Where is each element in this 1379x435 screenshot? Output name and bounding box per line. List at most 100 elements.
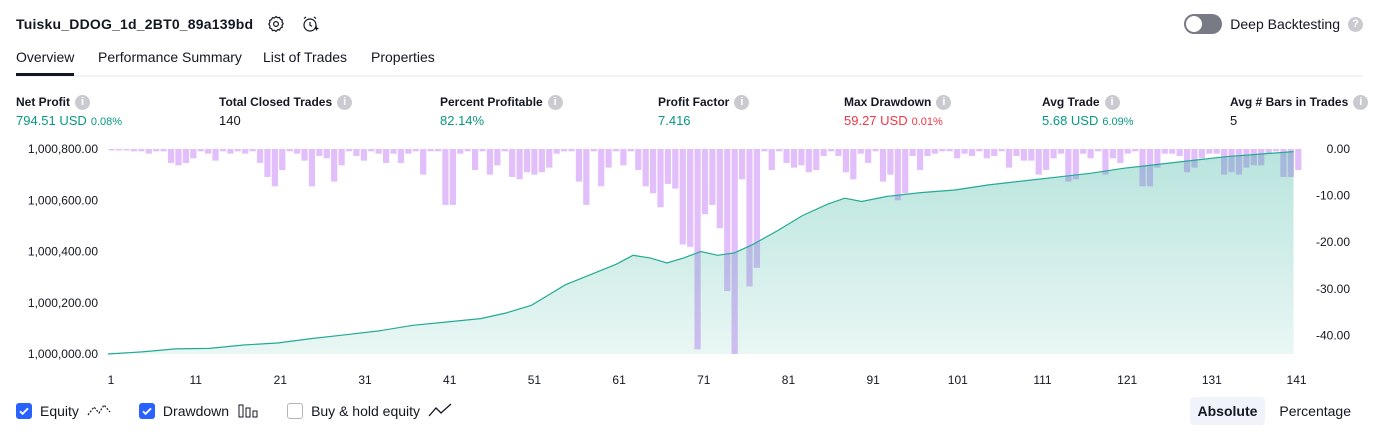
drawdown-bar	[649, 149, 657, 194]
drawdown-bar	[197, 149, 204, 152]
right-axis: 0.00 -10.00 -20.00 -30.00 -40.00	[1316, 142, 1350, 342]
deep-backtesting-label: Deep Backtesting	[1230, 16, 1340, 32]
legend-equity[interactable]: Equity	[16, 402, 111, 421]
drawdown-bar	[835, 149, 842, 156]
info-icon[interactable]: i	[1353, 94, 1369, 110]
drawdown-bar	[850, 149, 857, 180]
drawdown-bar	[924, 149, 931, 156]
drawdown-bar	[872, 149, 879, 152]
info-icon[interactable]: i	[734, 94, 750, 110]
drawdown-bar	[553, 149, 560, 154]
drawdown-bar	[256, 149, 264, 163]
x-axis-tick-label: 121	[1117, 373, 1137, 387]
tab-overview[interactable]: Overview	[16, 44, 75, 76]
stat-label: Net Profit	[16, 95, 70, 109]
drawdown-bar	[316, 149, 323, 156]
drawdown-bar	[798, 149, 805, 166]
drawdown-bar	[331, 149, 338, 182]
drawdown-bar	[657, 149, 664, 208]
tab-list-of-trades[interactable]: List of Trades	[263, 44, 347, 73]
drawdown-bar	[212, 149, 219, 161]
drawdown-bar	[1043, 149, 1050, 170]
max-drawdown-pct: 0.01%	[911, 116, 943, 128]
left-axis-tick-label: 1,000,400.00	[28, 245, 98, 259]
tab-performance-summary[interactable]: Performance Summary	[98, 44, 242, 73]
help-icon[interactable]: ?	[1348, 16, 1363, 32]
drawdown-bar	[1020, 149, 1028, 161]
stat-avg-trade: Avg Trade i 5.68 USD 6.09%	[1042, 94, 1134, 128]
equity-line-icon	[87, 402, 111, 421]
drawdown-bar	[175, 149, 182, 166]
buy-hold-checkbox[interactable]	[287, 403, 304, 419]
drawdown-bar	[954, 149, 961, 159]
drawdown-bar	[412, 149, 419, 152]
drawdown-bar	[390, 149, 397, 154]
drawdown-bar	[820, 149, 827, 156]
drawdown-bar	[227, 149, 234, 154]
drawdown-bar	[916, 149, 924, 170]
info-icon[interactable]: i	[936, 94, 952, 110]
drawdown-bar	[323, 149, 330, 159]
deep-backtesting-toggle[interactable]	[1184, 14, 1223, 34]
drawdown-bar	[583, 149, 590, 205]
drawdown-bar	[679, 149, 686, 245]
x-axis-tick-label: 71	[697, 373, 711, 387]
drawdown-bar	[523, 149, 531, 173]
info-icon[interactable]: i	[75, 94, 90, 110]
drawdown-bar	[123, 149, 130, 151]
drawdown-bar	[397, 149, 405, 163]
drawdown-bar	[968, 149, 976, 156]
drawdown-bar	[776, 149, 783, 152]
drawdown-bar	[998, 149, 1005, 152]
drawdown-checkbox[interactable]	[138, 403, 155, 419]
x-axis: 1 11 21 31 41 51 61 71 81 91 101 111 121 131 141	[108, 373, 1307, 387]
drawdown-bar	[887, 149, 894, 175]
drawdown-bar	[1094, 149, 1102, 152]
drawdown-bar	[894, 149, 901, 201]
drawdown-bars-icon	[237, 402, 259, 421]
drawdown-bar	[249, 149, 256, 152]
report-tabs: Overview Performance Summary List of Tra…	[16, 44, 1363, 77]
drawdown-bar	[976, 149, 983, 152]
drawdown-bar	[279, 149, 286, 170]
drawdown-bar	[701, 149, 709, 215]
drawdown-bar	[219, 149, 227, 152]
drawdown-bar	[138, 149, 145, 152]
stat-label: Max Drawdown	[844, 95, 932, 109]
toggle-knob	[1186, 16, 1203, 32]
legend-drawdown[interactable]: Drawdown	[138, 402, 259, 421]
info-icon[interactable]: i	[547, 94, 563, 110]
drawdown-bar	[1124, 149, 1131, 154]
drawdown-bar	[672, 149, 679, 189]
drawdown-bar	[1198, 149, 1205, 159]
drawdown-bar	[879, 149, 887, 182]
drawdown-bar	[405, 149, 412, 154]
drawdown-bar	[160, 149, 167, 152]
right-axis-tick-label: -30.00	[1316, 282, 1350, 296]
drawdown-bar	[264, 149, 271, 177]
drawdown-bar	[1087, 149, 1094, 159]
equity-checkbox[interactable]	[16, 403, 32, 419]
stat-label: Profit Factor	[658, 95, 730, 109]
drawdown-bar	[479, 149, 486, 152]
drawdown-bar	[1169, 149, 1176, 154]
drawdown-bar	[991, 149, 998, 156]
drawdown-bar	[420, 149, 427, 175]
drawdown-bar	[271, 149, 278, 187]
drawdown-bar	[805, 149, 812, 173]
drawdown-bar	[308, 149, 316, 187]
info-icon[interactable]: i	[337, 94, 353, 110]
legend-buy-hold[interactable]: Buy & hold equity	[287, 402, 452, 421]
drawdown-bar	[1057, 149, 1065, 154]
gear-icon[interactable]	[265, 13, 287, 35]
drawdown-bar	[1005, 149, 1013, 168]
drawdown-bar	[509, 149, 516, 177]
drawdown-bar	[167, 149, 175, 163]
right-axis-tick-label: -40.00	[1316, 328, 1350, 342]
alarm-add-icon[interactable]	[299, 13, 321, 35]
tab-properties[interactable]: Properties	[371, 44, 435, 73]
drawdown-bar	[961, 149, 968, 154]
mode-absolute[interactable]: Absolute	[1189, 397, 1266, 425]
info-icon[interactable]: i	[1104, 94, 1120, 110]
mode-percentage[interactable]: Percentage	[1271, 397, 1359, 425]
